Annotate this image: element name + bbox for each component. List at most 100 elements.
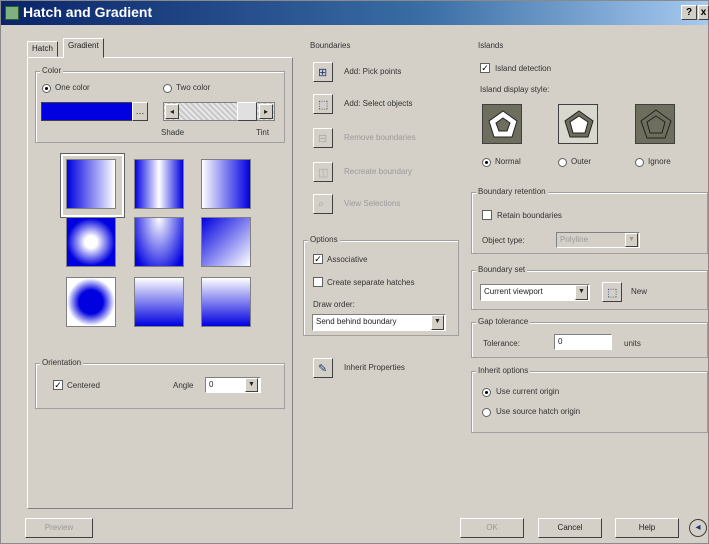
tolerance-label: Tolerance: (483, 339, 520, 348)
slider-thumb[interactable] (237, 102, 257, 121)
current-origin-radio[interactable] (482, 388, 491, 397)
boundary-set-title: Boundary set (476, 265, 528, 274)
retain-boundaries-checkbox[interactable] (482, 210, 492, 220)
island-outer-preview (558, 104, 598, 144)
separate-hatches-checkbox[interactable] (313, 277, 323, 287)
object-type-label: Object type: (482, 236, 525, 245)
outer-style-icon (564, 110, 594, 138)
retain-boundaries-label: Retain boundaries (497, 211, 562, 220)
inherit-options-group: Inherit options (471, 366, 708, 433)
units-label: units (624, 339, 641, 348)
gradient-swatch-invlinear[interactable] (201, 159, 251, 209)
separate-hatches-label: Create separate hatches (327, 278, 415, 287)
recreate-boundary-button[interactable]: ◫ (313, 162, 333, 182)
island-style-label: Island display style: (480, 85, 550, 94)
tab-hatch[interactable]: Hatch (27, 41, 58, 57)
window-title: Hatch and Gradient (23, 4, 153, 20)
tolerance-input[interactable]: 0 (554, 334, 612, 350)
normal-style-icon (488, 110, 518, 138)
island-ignore-preview (635, 104, 675, 144)
draw-order-dropdown-button[interactable]: ▼ (431, 315, 444, 330)
help-title-button[interactable]: ? (681, 5, 697, 20)
preview-button[interactable]: Preview (25, 518, 93, 538)
gradient-swatch-curved[interactable] (201, 217, 251, 267)
select-objects-icon: ⬚ (318, 99, 329, 111)
one-color-radio[interactable] (42, 84, 51, 93)
inherit-properties-button[interactable]: ✎ (313, 358, 333, 378)
view-selections-label: View Selections (344, 199, 401, 208)
inherit-properties-icon: ✎ (318, 363, 328, 375)
island-ignore-radio[interactable] (635, 158, 644, 167)
associative-checkbox[interactable]: ✓ (313, 254, 323, 264)
angle-dropdown-button[interactable]: ▼ (245, 378, 258, 392)
hatch-gradient-dialog: Hatch and Gradient ? x Hatch Gradient Co… (0, 0, 709, 544)
island-outer-radio[interactable] (558, 158, 567, 167)
app-icon (5, 6, 19, 20)
orientation-group-title: Orientation (40, 358, 84, 367)
centered-checkbox[interactable]: ✓ (53, 380, 63, 390)
gradient-swatch-cylinder[interactable] (134, 159, 184, 209)
pick-points-icon: ⊞ (318, 67, 328, 79)
color-group-title: Color (40, 66, 64, 75)
island-outer-label: Outer (571, 157, 592, 166)
gradient-swatch-hemispherical[interactable] (134, 217, 184, 267)
gradient-swatch-invcurved[interactable] (201, 277, 251, 327)
new-label: New (631, 287, 648, 296)
slider-right-arrow[interactable]: ▸ (259, 104, 273, 119)
draw-order-label: Draw order: (313, 300, 355, 309)
island-detection-checkbox[interactable]: ✓ (480, 63, 490, 73)
remove-boundaries-icon: ⊟ (318, 133, 328, 145)
close-button[interactable]: x (698, 5, 709, 20)
two-color-label: Two color (176, 83, 211, 92)
select-objects-label: Add: Select objects (344, 99, 413, 108)
title-bar[interactable]: Hatch and Gradient ? x (1, 1, 709, 25)
draw-order-select[interactable]: Send behind boundary (312, 314, 446, 331)
inherit-properties-label: Inherit Properties (344, 363, 405, 372)
island-detection-label: Island detection (495, 64, 552, 73)
angle-label: Angle (173, 381, 194, 390)
boundary-set-dropdown-button[interactable]: ▼ (575, 285, 588, 300)
recreate-boundary-icon: ◫ (318, 167, 329, 179)
new-boundary-set-button[interactable]: ⬚ (602, 282, 622, 302)
inherit-options-title: Inherit options (476, 366, 531, 375)
gradient-swatch-spherical[interactable] (66, 217, 116, 267)
islands-group-title: Islands (476, 41, 506, 50)
more-options-button[interactable]: ◂ (689, 519, 707, 537)
island-normal-radio[interactable] (482, 158, 491, 167)
help-button[interactable]: Help (615, 518, 679, 538)
centered-label: Centered (67, 381, 100, 390)
island-normal-preview (482, 104, 522, 144)
ok-button[interactable]: OK (460, 518, 524, 538)
boundary-retention-title: Boundary retention (476, 187, 548, 196)
slider-left-arrow[interactable]: ◂ (165, 104, 179, 119)
source-origin-label: Use source hatch origin (496, 407, 581, 416)
view-selections-button[interactable]: ⌕ (313, 194, 333, 214)
pick-points-button[interactable]: ⊞ (313, 62, 333, 82)
associative-label: Associative (327, 255, 368, 264)
source-origin-radio[interactable] (482, 408, 491, 417)
select-objects-button[interactable]: ⬚ (313, 94, 333, 114)
tint-label: Tint (256, 128, 270, 137)
remove-boundaries-button[interactable]: ⊟ (313, 128, 333, 148)
boundary-set-select[interactable]: Current viewport (480, 284, 590, 301)
gradient-swatch-linear[interactable] (66, 159, 116, 209)
object-type-dropdown-button[interactable]: ▼ (625, 233, 638, 247)
remove-boundaries-label: Remove boundaries (344, 133, 416, 142)
two-color-radio[interactable] (163, 84, 172, 93)
tab-gradient[interactable]: Gradient (63, 38, 104, 58)
island-normal-label: Normal (495, 157, 521, 166)
island-ignore-label: Ignore (648, 157, 671, 166)
cancel-button[interactable]: Cancel (538, 518, 602, 538)
gradient-swatch-invspherical[interactable] (66, 277, 116, 327)
view-selections-icon: ⌕ (318, 198, 325, 210)
new-boundary-set-icon: ⬚ (607, 287, 618, 299)
pick-points-label: Add: Pick points (344, 67, 402, 76)
shade-label: Shade (161, 128, 185, 137)
color-picker-button[interactable]: … (132, 102, 148, 121)
gradient-swatch-invhemispherical[interactable] (134, 277, 184, 327)
boundaries-group-title: Boundaries (308, 41, 353, 50)
gap-tolerance-title: Gap tolerance (476, 317, 531, 326)
options-group-title: Options (308, 235, 340, 244)
ignore-style-icon (640, 109, 672, 139)
current-origin-label: Use current origin (496, 387, 560, 396)
